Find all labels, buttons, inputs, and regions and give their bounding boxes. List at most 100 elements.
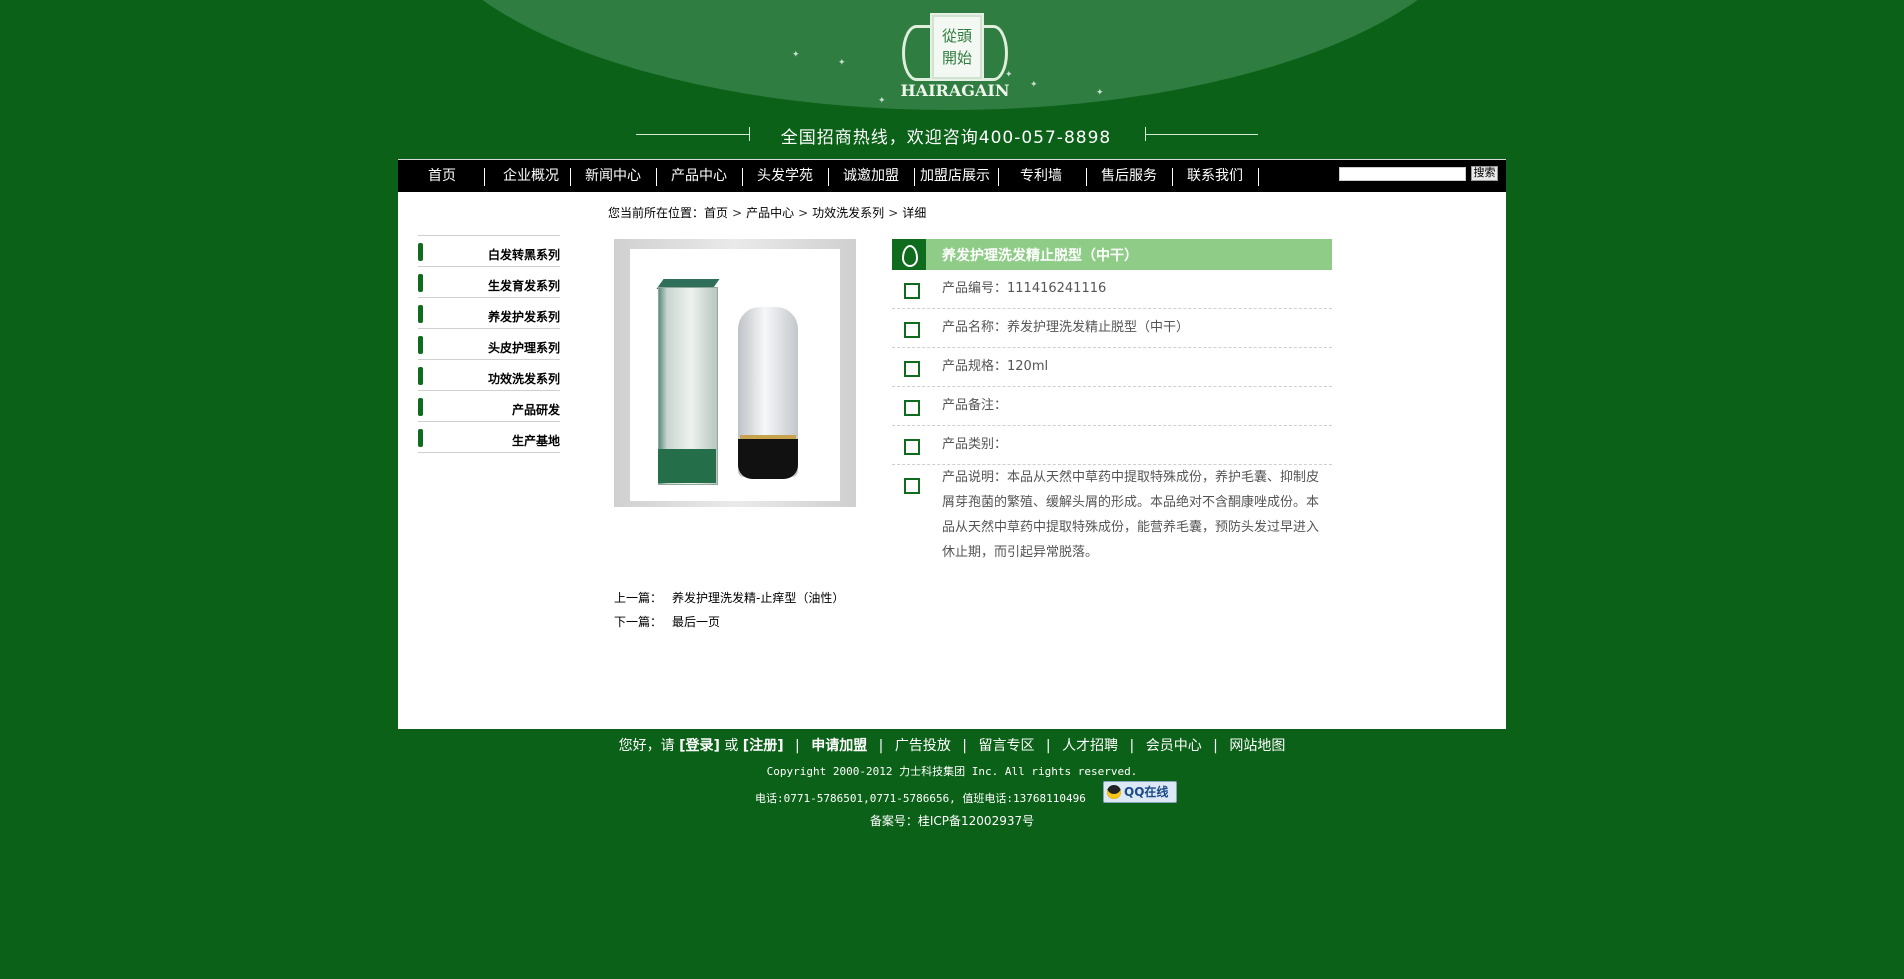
product-bottle-cap [738,439,798,479]
sidebar-item-hair-growth[interactable]: 生发育发系列 [418,266,560,297]
prev-label: 上一篇： [614,591,663,605]
prev-link[interactable]: 养发护理洗发精-止痒型（油性） [672,591,844,605]
sidebar-item-label: 白发转黑系列 [487,248,560,262]
qq-online-button[interactable]: QQ在线 [1103,781,1177,803]
nav-item-news[interactable]: 新闻中心 [576,166,650,186]
sparkle-icon: ✦ [1005,70,1013,80]
footer-separator: | [878,738,884,754]
nav-item-home[interactable]: 首页 [408,166,476,186]
nav-item-about[interactable]: 企业概况 [492,166,570,186]
chevron-right-icon: > [732,206,743,220]
sidebar-item-label: 生发育发系列 [487,279,560,293]
bullet-bar-icon [418,398,423,416]
bullet-bar-icon [418,429,423,447]
product-image[interactable] [614,239,856,507]
field-text: 产品名称：养发护理洗发精止脱型（中干） [942,320,1190,335]
breadcrumb-products[interactable]: 产品中心 [746,204,794,221]
bullet-bar-icon [418,367,423,385]
product-field-code: 产品编号：111416241116 [892,270,1332,309]
search-input[interactable] [1339,167,1466,181]
footer-separator: | [1129,738,1135,754]
qq-label: QQ在线 [1124,785,1169,799]
phone-text: 电话:0771-5786501,0771-5786656, 值班电话:13768… [755,792,1086,805]
checkbox-icon [904,478,920,494]
nav-separator [1258,168,1259,186]
nav-item-stores[interactable]: 加盟店展示 [918,166,992,186]
brand-logo[interactable]: 從頭 開始 HAIRAGAIN [890,5,1020,110]
footer-greeting: 您好，请 [618,738,675,754]
sparkle-icon: ✦ [1030,80,1038,90]
nav-item-patents[interactable]: 专利墙 [1004,166,1078,186]
sparkle-icon: ✦ [838,58,846,68]
field-text: 产品规格：120ml [942,359,1049,374]
register-link[interactable]: [注册] [743,735,784,755]
product-field-remark: 产品备注： [892,387,1332,426]
nav-separator [1172,168,1173,186]
hotline-text: 全国招商热线，欢迎咨询400-057-8898 [780,128,1112,148]
sidebar-item-shampoo[interactable]: 功效洗发系列 [418,359,560,390]
bullet-bar-icon [418,336,423,354]
footer-link-guestbook[interactable]: 留言专区 [978,735,1034,755]
breadcrumb-category[interactable]: 功效洗发系列 [812,204,884,221]
nav-item-after-sales[interactable]: 售后服务 [1092,166,1166,186]
icp-record: 备案号：桂ICP备12002937号 [869,814,1035,828]
prev-article: 上一篇： 养发护理洗发精-止痒型（油性） [614,589,844,606]
logo-seal: 從頭 開始 [932,15,982,79]
checkbox-icon [904,322,920,338]
breadcrumb-home[interactable]: 首页 [704,204,728,221]
nav-item-products[interactable]: 产品中心 [662,166,736,186]
sidebar-item-production-base[interactable]: 生产基地 [418,421,560,453]
sidebar-item-scalp-care[interactable]: 头皮护理系列 [418,328,560,359]
logo-en-text: HAIRAGAIN [900,81,1010,100]
chevron-right-icon: > [798,206,809,220]
sidebar-item-label: 养发护发系列 [487,310,560,324]
next-article: 下一篇： 最后一页 [614,613,720,630]
product-title: 养发护理洗发精止脱型（中干） [942,248,1138,264]
sidebar-item-rnd[interactable]: 产品研发 [418,390,560,421]
sidebar-item-label: 生产基地 [511,434,560,448]
sparkle-icon: ✦ [792,50,800,60]
bullet-bar-icon [418,274,423,292]
nav-item-franchise[interactable]: 诚邀加盟 [834,166,908,186]
divider [749,127,750,141]
category-sidebar: 白发转黑系列 生发育发系列 养发护发系列 头皮护理系列 功效洗发系列 产品研发 … [418,235,560,453]
nav-item-contact[interactable]: 联系我们 [1178,166,1252,186]
product-field-category: 产品类别： [892,426,1332,465]
sparkle-icon: ✦ [878,96,886,106]
copyright-text: Copyright 2000-2012 力士科技集团 Inc. All righ… [766,765,1138,778]
qq-penguin-icon [1107,785,1121,799]
nav-separator [828,168,829,186]
footer-link-members[interactable]: 会员中心 [1146,735,1202,755]
nav-item-hair-academy[interactable]: 头发学苑 [748,166,822,186]
next-link: 最后一页 [672,615,721,629]
nav-separator [914,168,915,186]
divider [636,134,749,135]
breadcrumb-current: 详细 [902,206,927,220]
footer-link-jobs[interactable]: 人才招聘 [1062,735,1118,755]
logo-cn-line-1: 從頭 [941,27,972,45]
leaf-icon [892,239,926,270]
search-button[interactable]: 搜索 [1471,166,1498,181]
sparkle-icon: ✦ [1096,88,1104,98]
logo-cn-line-2: 開始 [941,49,972,67]
footer-links: 您好，请 [登录] 或 [注册] | 申请加盟 | 广告投放 | 留言专区 | … [0,735,1904,755]
chevron-right-icon: > [888,206,899,220]
footer-separator: | [795,738,800,754]
main-nav: 首页 企业概况 新闻中心 产品中心 头发学苑 诚邀加盟 加盟店展示 专利墙 售后… [398,159,1506,192]
nav-separator [1086,168,1087,186]
nav-separator [742,168,743,186]
field-text: 产品备注： [942,398,1008,413]
nav-separator [656,168,657,186]
sidebar-item-hair-care[interactable]: 养发护发系列 [418,297,560,328]
sidebar-item-label: 头皮护理系列 [487,341,560,355]
checkbox-icon [904,400,920,416]
footer-or: 或 [724,738,739,754]
login-link[interactable]: [登录] [679,735,720,755]
bullet-bar-icon [418,243,423,261]
sidebar-item-white-to-black[interactable]: 白发转黑系列 [418,235,560,266]
footer-link-ads[interactable]: 广告投放 [895,735,951,755]
nav-separator [998,168,999,186]
divider [1145,134,1258,135]
footer-link-sitemap[interactable]: 网站地图 [1229,735,1285,755]
footer-link-franchise[interactable]: 申请加盟 [811,735,867,755]
